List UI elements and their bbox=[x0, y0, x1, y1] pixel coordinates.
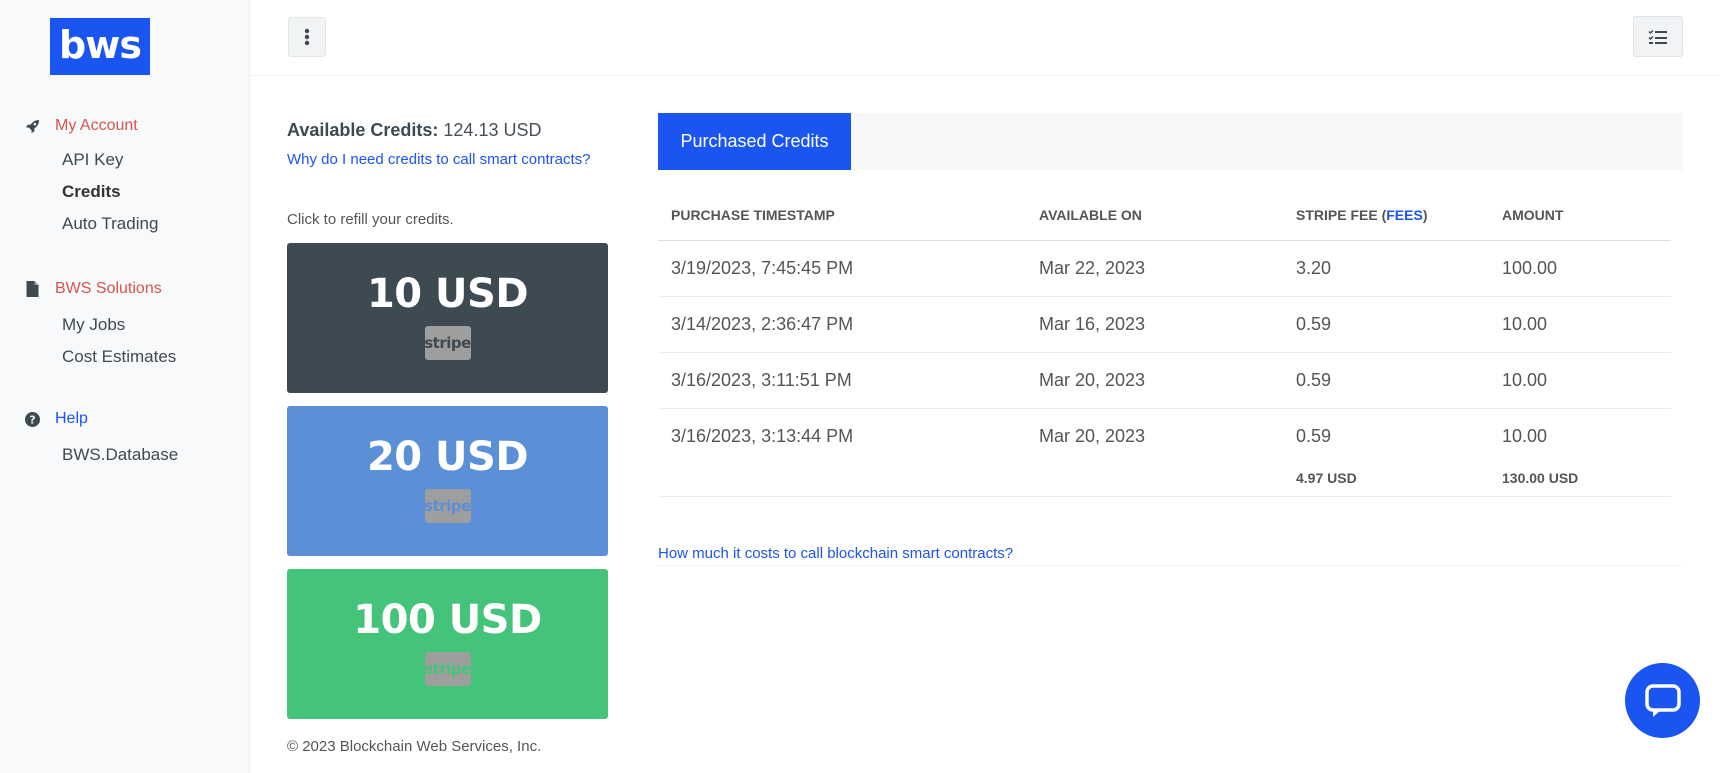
fees-link[interactable]: fees bbox=[1386, 207, 1423, 223]
cell-timestamp: 3/16/2023, 3:11:51 PM bbox=[658, 352, 1026, 409]
nav-head-my-account[interactable]: My Account bbox=[24, 114, 158, 138]
cell-timestamp: 3/14/2023, 2:36:47 PM bbox=[658, 296, 1026, 353]
cell-amount: 10.00 bbox=[1502, 425, 1548, 446]
cell-amount: 10.00 bbox=[1489, 352, 1671, 409]
checklist-icon bbox=[1648, 29, 1667, 44]
topbar bbox=[250, 0, 1720, 76]
column-header-stripe-fee: STRIPE FEE (fees) bbox=[1283, 190, 1489, 241]
cell-available-on: Mar 22, 2023 bbox=[1026, 240, 1283, 297]
total-amount: 130.00 USD bbox=[1489, 464, 1671, 497]
nav-section-my-account: My Account API Key Credits Auto Trading bbox=[24, 114, 158, 240]
cell-timestamp: 3/19/2023, 7:45:45 PM bbox=[658, 240, 1026, 297]
table-row: 3/16/2023, 3:13:44 PM Mar 20, 2023 0.59 … bbox=[658, 408, 1671, 464]
refill-10-usd-button[interactable]: 10 USD stripe bbox=[287, 243, 608, 393]
sidebar-item-credits[interactable]: Credits bbox=[62, 176, 158, 208]
stripe-badge: stripe bbox=[424, 489, 471, 523]
column-header-timestamp: PURCHASE TIMESTAMP bbox=[658, 190, 1026, 241]
smart-contract-cost-link[interactable]: How much it costs to call blockchain sma… bbox=[658, 545, 1013, 562]
sidebar-item-api-key[interactable]: API Key bbox=[62, 144, 158, 176]
sidebar: bws My Account API Key Credits Auto Trad… bbox=[0, 0, 250, 773]
available-credits-label: Available Credits: bbox=[287, 120, 439, 140]
chat-button[interactable] bbox=[1625, 663, 1700, 738]
nav-section-bws-solutions: BWS Solutions My Jobs Cost Estimates bbox=[24, 277, 176, 373]
column-header-amount: AMOUNT bbox=[1489, 190, 1671, 241]
cell-fee: 0.59 bbox=[1296, 425, 1332, 446]
kebab-menu-icon bbox=[304, 28, 310, 46]
kebab-menu-button[interactable] bbox=[288, 17, 326, 57]
cell-available-on: Mar 16, 2023 bbox=[1026, 296, 1283, 353]
nav-title-bws-solutions: BWS Solutions bbox=[55, 280, 162, 297]
rocket-icon bbox=[24, 118, 40, 134]
purchases-table: PURCHASE TIMESTAMP AVAILABLE ON STRIPE F… bbox=[658, 190, 1671, 497]
available-credits-value: 124.13 USD bbox=[443, 120, 542, 140]
tab-bar: Purchased Credits bbox=[658, 113, 1683, 170]
column-header-available-on: AVAILABLE ON bbox=[1026, 190, 1283, 241]
sidebar-item-cost-estimates[interactable]: Cost Estimates bbox=[62, 341, 176, 373]
nav-section-help: ? Help BWS.Database bbox=[24, 407, 178, 471]
cell-fee: 3.20 bbox=[1283, 240, 1489, 297]
refill-hint: Click to refill your credits. bbox=[287, 211, 454, 228]
checklist-toggle-button[interactable] bbox=[1633, 16, 1683, 57]
refill-100-usd-button[interactable]: 100 USD stripe bbox=[287, 569, 608, 719]
total-fee: 4.97 USD bbox=[1283, 464, 1489, 497]
nav-title-my-account: My Account bbox=[55, 117, 138, 134]
cell-available-on: Mar 20, 2023 bbox=[1039, 425, 1146, 446]
cell-fee: 0.59 bbox=[1283, 296, 1489, 353]
why-credits-link[interactable]: Why do I need credits to call smart cont… bbox=[287, 151, 590, 168]
table-header-row: PURCHASE TIMESTAMP AVAILABLE ON STRIPE F… bbox=[658, 190, 1671, 241]
svg-text:?: ? bbox=[29, 414, 35, 426]
file-icon bbox=[24, 281, 40, 297]
cell-fee: 0.59 bbox=[1283, 352, 1489, 409]
chat-bubble-icon bbox=[1644, 683, 1681, 717]
question-circle-icon: ? bbox=[24, 411, 40, 427]
cell-amount: 10.00 bbox=[1489, 296, 1671, 353]
nav-title-help: Help bbox=[55, 410, 88, 427]
copyright: © 2023 Blockchain Web Services, Inc. bbox=[287, 738, 542, 755]
nav-head-bws-solutions[interactable]: BWS Solutions bbox=[24, 277, 176, 301]
stripe-badge: stripe bbox=[424, 652, 471, 686]
tab-purchased-credits[interactable]: Purchased Credits bbox=[658, 113, 851, 170]
bws-logo[interactable]: bws bbox=[50, 18, 150, 75]
divider bbox=[658, 565, 1683, 566]
package-amount: 20 USD bbox=[366, 434, 529, 480]
cell-timestamp: 3/16/2023, 3:13:44 PM bbox=[671, 425, 854, 446]
cell-amount: 100.00 bbox=[1489, 240, 1671, 297]
available-credits: Available Credits: 124.13 USD bbox=[287, 120, 541, 141]
sidebar-item-bws-database[interactable]: BWS.Database bbox=[62, 439, 178, 471]
stripe-badge: stripe bbox=[424, 326, 471, 360]
table-row: 3/14/2023, 2:36:47 PM Mar 16, 2023 0.59 … bbox=[658, 296, 1671, 353]
totals-row: 4.97 USD 130.00 USD bbox=[658, 464, 1671, 497]
table-row: 3/16/2023, 3:11:51 PM Mar 20, 2023 0.59 … bbox=[658, 352, 1671, 409]
nav-head-help[interactable]: ? Help bbox=[24, 407, 178, 431]
package-amount: 100 USD bbox=[353, 597, 542, 643]
table-row: 3/19/2023, 7:45:45 PM Mar 22, 2023 3.20 … bbox=[658, 240, 1671, 297]
package-amount: 10 USD bbox=[366, 271, 529, 317]
sidebar-item-auto-trading[interactable]: Auto Trading bbox=[62, 208, 158, 240]
cell-available-on: Mar 20, 2023 bbox=[1026, 352, 1283, 409]
refill-20-usd-button[interactable]: 20 USD stripe bbox=[287, 406, 608, 556]
sidebar-item-my-jobs[interactable]: My Jobs bbox=[62, 309, 176, 341]
